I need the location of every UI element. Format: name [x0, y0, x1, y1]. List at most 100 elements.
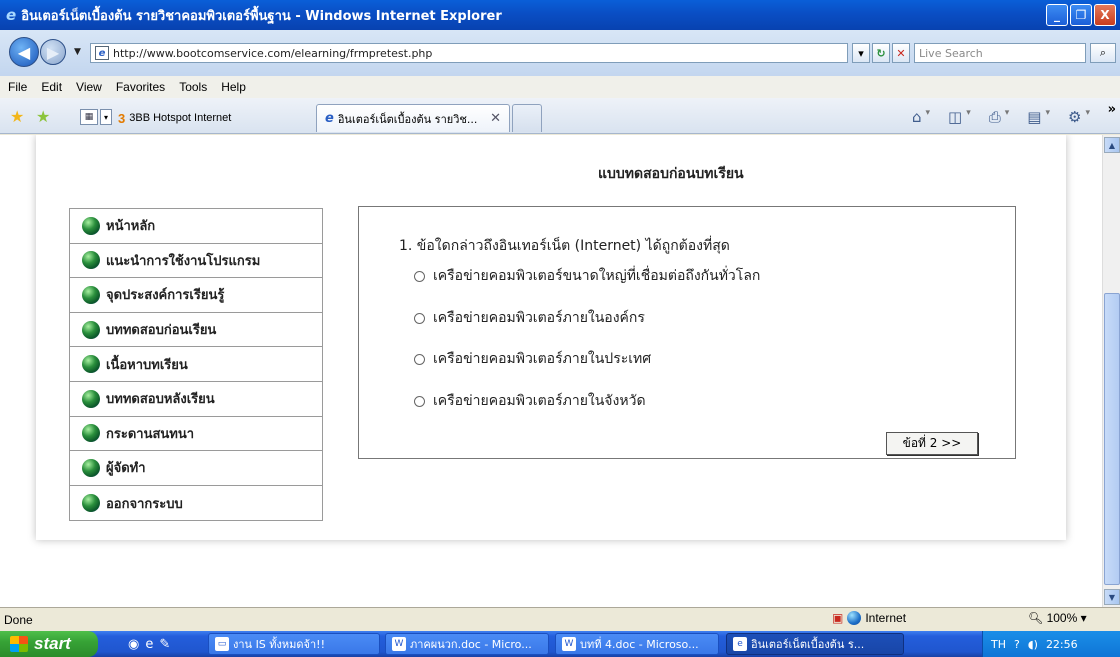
search-input[interactable]: Live Search	[914, 43, 1086, 63]
word-icon: W	[562, 637, 576, 651]
refresh-button[interactable]: ↻	[872, 43, 890, 63]
option-label: เครือข่ายคอมพิวเตอร์ภายในจังหวัด	[433, 393, 646, 409]
page-content: แบบทดสอบก่อนบทเรียน หน้าหลัก แนะนำการใช้…	[0, 135, 1102, 607]
scroll-up-icon[interactable]: ▲	[1104, 137, 1120, 153]
forward-button[interactable]: ▶	[40, 39, 66, 65]
sidebar-item-logout[interactable]: ออกจากระบบ	[70, 486, 322, 521]
close-window-button[interactable]: X	[1094, 4, 1116, 26]
task-label: งาน IS ทั้งหมดจ้า!!	[233, 638, 325, 651]
next-question-button[interactable]: ข้อที่ 2 >>	[886, 432, 978, 455]
window-titlebar: e อินเตอร์เน็ตเบื้องต้น รายวิชาคอมพิวเตอ…	[0, 0, 1120, 30]
close-tab-icon[interactable]: ✕	[490, 111, 501, 126]
answer-option[interactable]: เครือข่ายคอมพิวเตอร์ภายในจังหวัด	[414, 390, 646, 412]
page-dropdown-icon[interactable]: ▾	[1045, 108, 1050, 126]
folder-icon: ▭	[215, 637, 229, 651]
question-text: 1. ข้อใดกล่าวถึงอินเทอร์เน็ต (Internet) …	[399, 238, 730, 254]
radio-button[interactable]	[414, 270, 425, 282]
sidebar-menu: หน้าหลัก แนะนำการใช้งานโปรแกรม จุดประสงค…	[69, 208, 323, 522]
taskbar-item-ie[interactable]: e อินเตอร์เน็ตเบื้องต้น ร...	[726, 633, 904, 655]
quick-launch: ◉ e ✎	[128, 637, 170, 652]
tab-list-icon[interactable]: ▾	[100, 109, 112, 125]
internet-zone-icon	[847, 611, 862, 625]
new-tab-button[interactable]	[512, 104, 542, 132]
menu-edit[interactable]: Edit	[41, 80, 62, 94]
globe-icon	[82, 389, 100, 408]
ie-quicklaunch-icon[interactable]: e	[145, 637, 153, 652]
window-title: อินเตอร์เน็ตเบื้องต้น รายวิชาคอมพิวเตอร์…	[21, 8, 502, 24]
menu-file[interactable]: File	[8, 80, 27, 94]
scroll-thumb[interactable]	[1104, 293, 1120, 585]
print-dropdown-icon[interactable]: ▾	[1005, 108, 1010, 126]
sidebar-item-home[interactable]: หน้าหลัก	[70, 209, 322, 244]
language-indicator[interactable]: TH	[991, 638, 1006, 651]
print-icon[interactable]: ⎙	[989, 108, 1001, 126]
link-tab[interactable]: 3 3BB Hotspot Internet	[118, 107, 231, 129]
maximize-button[interactable]: ❐	[1070, 4, 1092, 26]
tools-gear-icon[interactable]: ⚙	[1068, 108, 1081, 126]
address-input[interactable]: e http://www.bootcomservice.com/elearnin…	[90, 43, 848, 63]
menu-tools[interactable]: Tools	[179, 80, 207, 94]
sidebar-item-pretest[interactable]: บททดสอบก่อนเรียน	[70, 313, 322, 348]
home-icon[interactable]: ⌂	[912, 108, 922, 126]
favorites-center-icon[interactable]: ★	[10, 107, 24, 126]
tools-dropdown-icon[interactable]: ▾	[1085, 108, 1090, 126]
clock[interactable]: 22:56	[1046, 638, 1078, 651]
sidebar-item-guide[interactable]: แนะนำการใช้งานโปรแกรม	[70, 244, 322, 279]
answer-option[interactable]: เครือข่ายคอมพิวเตอร์ภายในประเทศ	[414, 348, 651, 370]
sidebar-item-forum[interactable]: กระดานสนทนา	[70, 417, 322, 452]
page-menu-icon[interactable]: ▤	[1027, 108, 1041, 126]
globe-icon	[82, 458, 100, 477]
vertical-scrollbar[interactable]: ▲ ▼	[1102, 135, 1120, 607]
tab-active[interactable]: e อินเตอร์เน็ตเบื้องต้น รายวิช... ✕	[316, 104, 510, 132]
zoom-icon: 🔍︎	[1028, 611, 1044, 625]
menu-help[interactable]: Help	[221, 80, 246, 94]
add-favorite-icon[interactable]: ★	[36, 107, 50, 126]
radio-button[interactable]	[414, 395, 425, 407]
feeds-icon[interactable]: ◫	[948, 108, 962, 126]
answer-option[interactable]: เครือข่ายคอมพิวเตอร์ขนาดใหญ่ที่เชื่อมต่อ…	[414, 265, 760, 287]
globe-icon	[82, 216, 100, 235]
system-tray: TH ? ◖) 22:56	[982, 631, 1120, 657]
minimize-button[interactable]: _	[1046, 4, 1068, 26]
ie-icon: e	[733, 637, 747, 651]
sidebar-item-posttest[interactable]: บททดสอบหลังเรียน	[70, 382, 322, 417]
show-desktop-icon[interactable]: ◉	[128, 637, 139, 652]
search-icon[interactable]: ⌕	[1090, 43, 1116, 63]
scroll-down-icon[interactable]: ▼	[1104, 589, 1120, 605]
taskbar-item-word-1[interactable]: W ภาคผนวก.doc - Micro...	[385, 633, 549, 655]
taskbar: start ◉ e ✎ ▭ งาน IS ทั้งหมดจ้า!! W ภาคผนว…	[0, 631, 1120, 657]
tab-active-label: อินเตอร์เน็ตเบื้องต้น รายวิช...	[337, 112, 478, 126]
quick-tabs-icon[interactable]: ▦	[80, 109, 98, 125]
stop-icon[interactable]: ✕	[892, 43, 910, 63]
back-button[interactable]: ◀	[9, 37, 39, 67]
media-quicklaunch-icon[interactable]: ✎	[159, 637, 170, 652]
history-dropdown-icon[interactable]: ▼	[74, 47, 81, 57]
start-button[interactable]: start	[0, 631, 98, 657]
sidebar-item-label: กระดานสนทนา	[106, 426, 195, 442]
feeds-dropdown-icon[interactable]: ▾	[966, 108, 971, 126]
address-dropdown-button[interactable]: ▾	[852, 43, 870, 63]
more-chevron-icon[interactable]: »	[1108, 102, 1116, 117]
link-icon: 3	[118, 110, 126, 126]
answer-option[interactable]: เครือข่ายคอมพิวเตอร์ภายในองค์กร	[414, 307, 645, 329]
radio-button[interactable]	[414, 312, 425, 324]
zoom-level: 100%	[1046, 611, 1078, 625]
home-dropdown-icon[interactable]: ▾	[926, 108, 931, 126]
help-icon[interactable]: ?	[1014, 638, 1020, 651]
radio-button[interactable]	[414, 353, 425, 365]
volume-icon[interactable]: ◖)	[1028, 638, 1038, 651]
page-title: แบบทดสอบก่อนบทเรียน	[598, 166, 744, 182]
zoom-dropdown-icon[interactable]: ▾	[1081, 611, 1087, 625]
menu-favorites[interactable]: Favorites	[116, 80, 165, 94]
zoom-control[interactable]: 🔍︎ 100% ▾	[1028, 611, 1087, 625]
security-zone[interactable]: ▣ Internet	[832, 611, 906, 625]
sidebar-item-authors[interactable]: ผู้จัดทำ	[70, 451, 322, 486]
sidebar-item-objectives[interactable]: จุดประสงค์การเรียนรู้	[70, 278, 322, 313]
ie-logo-icon: e	[6, 6, 17, 24]
taskbar-item-folder[interactable]: ▭ งาน IS ทั้งหมดจ้า!!	[208, 633, 380, 655]
menu-view[interactable]: View	[76, 80, 102, 94]
sidebar-item-lessons[interactable]: เนื้อหาบทเรียน	[70, 347, 322, 382]
globe-icon	[82, 494, 100, 513]
taskbar-item-word-2[interactable]: W บทที่ 4.doc - Microso...	[555, 633, 719, 655]
sidebar-item-label: จุดประสงค์การเรียนรู้	[106, 288, 225, 304]
